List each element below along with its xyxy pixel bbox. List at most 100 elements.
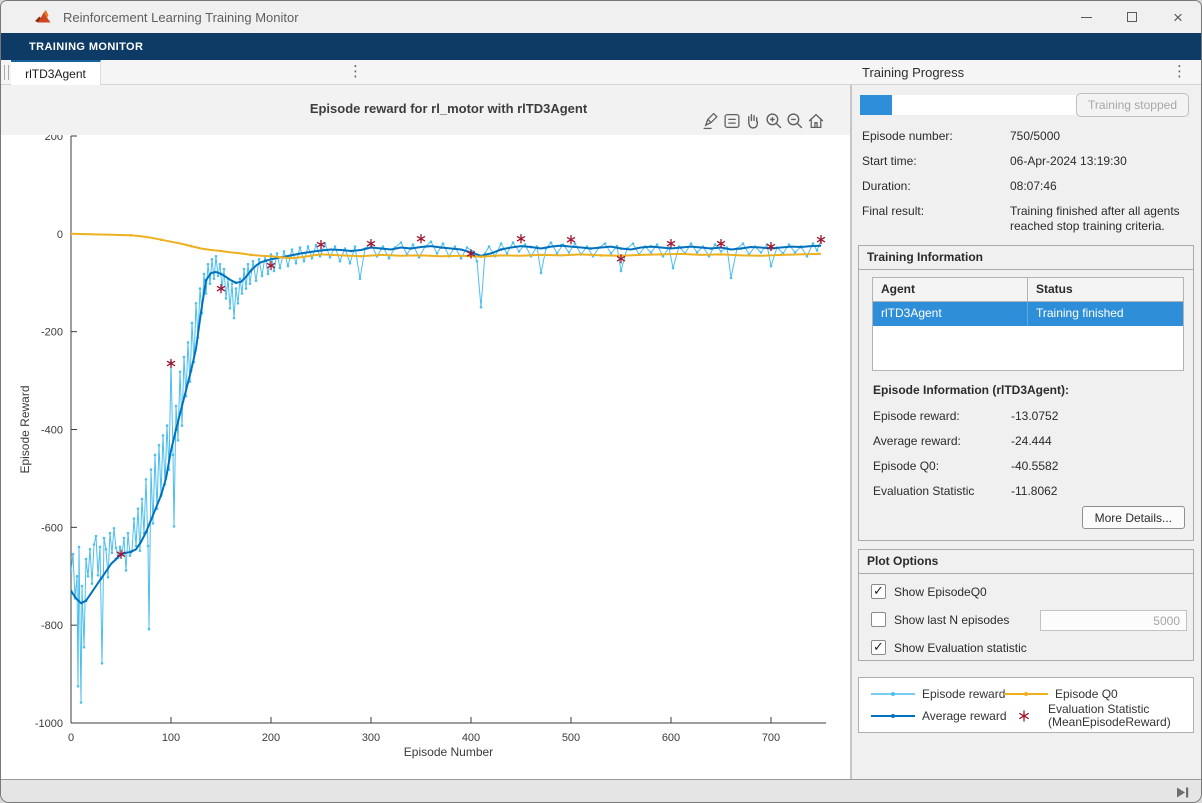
episode-q0-label: Episode Q0: [873,459,939,473]
svg-text:-600: -600 [41,522,63,534]
app-window: Reinforcement Learning Training Monitor … [0,0,1202,803]
training-stopped-button[interactable]: Training stopped [1076,93,1189,117]
svg-text:Episode Reward: Episode Reward [18,385,32,473]
show-evaluation-statistic-label: Show Evaluation statistic [894,641,1027,655]
toolstrip-tab-training-monitor[interactable]: TRAINING MONITOR [29,41,143,53]
progress-fill [860,95,892,115]
svg-text:700: 700 [762,732,780,744]
document-actions-menu[interactable]: ⋮ [348,64,363,79]
plot-options-group: Plot Options Show EpisodeQ0 Show last N … [858,549,1194,661]
episode-q0-line-icon [1004,689,1048,699]
reward-chart[interactable]: -1000 -800 -600 -400 -200 0 200 0 100 200 300 400 50… [1,135,850,779]
toolstrip: TRAINING MONITOR [1,33,1201,60]
svg-text:-200: -200 [41,327,63,339]
show-episodeq0-label: Show EpisodeQ0 [894,585,987,599]
table-header-row: Agent Status [873,278,1183,302]
svg-text:100: 100 [162,732,180,744]
collapse-panel-icon[interactable] [1175,785,1190,800]
svg-text:200: 200 [262,732,280,744]
status-bar [1,779,1201,803]
tab-label: rlTD3Agent [25,67,86,81]
status-cell: Training finished [1028,302,1183,326]
axes-toolbar [702,112,825,130]
show-episodeq0-option[interactable]: Show EpisodeQ0 [871,584,987,599]
legend-item-episode-q0: Episode Q0 [1004,687,1118,701]
svg-text:-1000: -1000 [35,718,63,730]
legend-label: Episode Q0 [1055,687,1118,701]
show-last-n-episodes-checkbox[interactable] [871,612,886,627]
svg-text:0: 0 [57,229,63,241]
evaluation-statistic-label: Evaluation Statistic [873,484,974,498]
agent-status-table: Agent Status rlTD3Agent Training finishe… [872,277,1184,371]
start-time-value: 06-Apr-2024 13:19:30 [1010,154,1192,169]
legend-label: Episode reward [922,687,1005,701]
tab-rltd3agent[interactable]: rlTD3Agent [11,60,101,85]
n-episodes-input[interactable] [1040,610,1187,631]
svg-text:-800: -800 [41,620,63,632]
training-information-group: Training Information Agent Status rlTD3A… [858,245,1194,541]
svg-text:300: 300 [362,732,380,744]
legend-label: Evaluation Statistic (MeanEpisodeReward) [1048,703,1171,729]
evaluation-statistic-asterisk-icon [1017,709,1031,723]
svg-text:500: 500 [562,732,580,744]
duration-value: 08:07:46 [1010,179,1192,194]
show-evaluation-statistic-checkbox[interactable] [871,640,886,655]
episode-number-label: Episode number: [862,129,953,143]
table-row[interactable]: rlTD3Agent Training finished [873,302,1183,326]
episode-q0-value: -40.5582 [1011,459,1058,473]
legend-item-episode-reward: Episode reward [871,687,1005,701]
window-title: Reinforcement Learning Training Monitor [63,10,299,25]
datatips-icon[interactable] [723,112,741,130]
legend-label: Average reward [922,709,1007,723]
drag-grip-icon[interactable] [4,65,9,80]
minimize-icon [1081,17,1092,18]
zoom-out-icon[interactable] [786,112,804,130]
more-details-button[interactable]: More Details... [1082,506,1185,529]
close-icon: × [1173,9,1183,26]
average-reward-value: -24.444 [1011,434,1052,448]
minimize-button[interactable] [1063,1,1109,33]
training-progress-panel: Training Progress ⋮ Training stopped Epi… [852,85,1201,779]
svg-text:0: 0 [68,732,74,744]
figure-area: Episode reward for rl_motor with rlTD3Ag… [1,85,850,779]
show-evaluation-statistic-option[interactable]: Show Evaluation statistic [871,640,1027,655]
episode-reward-value: -13.0752 [1011,409,1058,423]
episode-reward-line-icon [871,689,915,699]
average-reward-line-icon [871,711,915,721]
svg-text:Episode Number: Episode Number [404,745,493,759]
duration-label: Duration: [862,179,911,193]
training-progress-bar [860,95,1076,115]
panel-actions-menu[interactable]: ⋮ [1172,64,1187,79]
show-last-n-episodes-option[interactable]: Show last N episodes [871,612,1009,627]
svg-text:200: 200 [45,135,63,143]
svg-text:-400: -400 [41,425,63,437]
plot-options-title: Plot Options [859,550,1193,574]
panel-header: Training Progress ⋮ [852,60,1201,85]
start-time-label: Start time: [862,154,917,168]
legend-item-evaluation-statistic: Evaluation Statistic (MeanEpisodeReward) [1017,703,1171,729]
episode-information-title: Episode Information (rlTD3Agent): [873,383,1069,397]
show-last-n-episodes-label: Show last N episodes [894,613,1009,627]
training-information-title: Training Information [859,246,1193,270]
status-column-header[interactable]: Status [1028,278,1183,301]
chart-legend: Episode reward Average reward Episode Q0 [858,677,1194,733]
pan-icon[interactable] [744,112,762,130]
title-bar: Reinforcement Learning Training Monitor … [1,1,1201,33]
close-button[interactable]: × [1155,1,1201,33]
matlab-logo-icon [34,9,53,26]
evaluation-statistic-value: -11.8062 [1011,484,1057,498]
agent-column-header[interactable]: Agent [873,278,1028,301]
show-episodeq0-checkbox[interactable] [871,584,886,599]
svg-text:600: 600 [662,732,680,744]
zoom-in-icon[interactable] [765,112,783,130]
table-empty-area [873,326,1183,370]
maximize-button[interactable] [1109,1,1155,33]
average-reward-label: Average reward: [873,434,961,448]
export-icon[interactable] [702,112,720,130]
final-result-label: Final result: [862,204,924,218]
maximize-icon [1127,12,1137,22]
restore-view-home-icon[interactable] [807,112,825,130]
episode-reward-label: Episode reward: [873,409,960,423]
svg-text:400: 400 [462,732,480,744]
agent-cell: rlTD3Agent [873,302,1028,326]
